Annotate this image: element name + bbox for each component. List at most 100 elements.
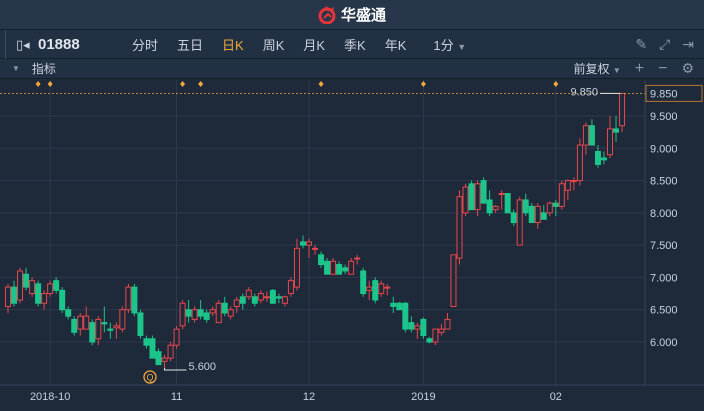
candle-down (408, 322, 415, 330)
candle-up (516, 199, 523, 246)
logo-icon (318, 5, 336, 24)
tab-daily-k[interactable]: 日K (222, 35, 244, 54)
candle-down (65, 309, 72, 317)
x-tick-label: 12 (303, 391, 315, 403)
chevron-down-icon: ▼ (457, 41, 467, 52)
candle-up (462, 186, 469, 214)
candle-up (546, 202, 553, 214)
tab-quarterly-k[interactable]: 季K (344, 35, 366, 54)
candle-up (498, 192, 505, 195)
max-price-label: 9.850 (571, 86, 599, 98)
candle-up (558, 183, 565, 207)
y-tick-label: 9.000 (650, 143, 678, 155)
title-bar: 华盛通 (0, 0, 704, 30)
candle-down (197, 309, 204, 317)
app-title: 华盛通 (340, 7, 386, 24)
candle-up (119, 309, 126, 330)
candle-down (600, 157, 607, 161)
candle-up (161, 357, 168, 362)
candle-down (528, 205, 535, 224)
candle-up (456, 196, 463, 259)
candle-up (77, 315, 84, 330)
x-tick-label: 2019 (411, 391, 435, 403)
candle-down (402, 302, 409, 330)
tab-yearly-k[interactable]: 年K (385, 35, 407, 54)
candle-up (348, 260, 355, 275)
candle-up (582, 125, 589, 146)
tab-monthly-k[interactable]: 月K (303, 35, 325, 54)
candle-down (486, 199, 493, 214)
min-marker-line (164, 367, 187, 371)
event-marker-icon (198, 81, 204, 87)
candle-up (576, 144, 583, 182)
candle-up (227, 309, 234, 317)
candle-up (173, 328, 180, 346)
candle-down (23, 273, 30, 288)
candle-up (474, 183, 481, 211)
y-tick-label: 8.500 (650, 176, 678, 188)
candle-up (41, 293, 48, 304)
stock-code: 01888 (38, 35, 80, 53)
collapse-panel-icon[interactable]: ▯◂ (16, 37, 30, 53)
indicator-label[interactable]: 指标 (32, 60, 56, 77)
candle-down (89, 322, 96, 343)
plus-icon[interactable]: + (635, 60, 644, 78)
candle-down (468, 183, 475, 211)
candle-up (281, 296, 288, 304)
candle-down (275, 296, 282, 299)
x-tick-label: 2018-10 (30, 391, 70, 403)
app-logo: 华盛通 (318, 4, 386, 25)
minus-icon[interactable]: − (658, 60, 667, 78)
candle-down (137, 312, 144, 337)
gear-icon[interactable]: ⚙ (681, 60, 694, 77)
collapse-indicator-icon[interactable]: ▼ (12, 64, 20, 73)
candle-up (366, 286, 373, 291)
pencil-icon[interactable]: ✎ (635, 36, 647, 53)
candle-up (564, 180, 571, 191)
candle-down (480, 180, 487, 204)
candle-down (594, 151, 601, 165)
candle-down (251, 296, 258, 304)
candle-up (312, 247, 319, 250)
tab-intraday[interactable]: 分时 (132, 35, 158, 54)
candle-up (306, 241, 312, 246)
candle-down (342, 267, 349, 272)
adjust-dropdown[interactable]: 前复权 ▼ (573, 60, 620, 77)
y-tick-label: 6.000 (650, 337, 678, 349)
chevron-down-icon: ▼ (612, 66, 621, 75)
candle-up (384, 286, 391, 289)
indicator-bar: ▼ 指标 前复权 ▼ + − ⚙ (0, 59, 704, 79)
candle-up (293, 247, 300, 288)
candle-up (444, 318, 451, 330)
candle-down (143, 338, 150, 346)
candle-up (83, 315, 90, 330)
candle-down (239, 296, 246, 304)
candle-down (510, 212, 517, 224)
candle-up (492, 205, 499, 211)
candle-down (318, 254, 325, 266)
tab-five-day[interactable]: 五日 (177, 35, 203, 54)
candle-down (552, 202, 559, 207)
interval-dropdown[interactable]: 1分 ▼ (433, 35, 466, 54)
candle-down (390, 302, 397, 307)
min-price-label: 5.600 (189, 361, 217, 373)
candle-down (101, 322, 108, 325)
candle-up (414, 325, 421, 330)
candle-up (191, 309, 198, 320)
chart-background (0, 80, 704, 411)
candle-up (179, 302, 186, 327)
q-marker-glyph: Q (146, 373, 153, 383)
candle-up (17, 270, 24, 301)
candle-down (504, 192, 511, 214)
fullscreen-icon[interactable]: ⤢ (659, 36, 670, 53)
tab-weekly-k[interactable]: 周K (263, 35, 285, 54)
sidebar-toggle-icon[interactable]: ⇥ (682, 36, 694, 53)
candle-down (185, 309, 192, 317)
candle-up (378, 283, 385, 295)
candle-down (324, 260, 331, 275)
event-marker-icon (47, 81, 53, 87)
candle-down (155, 351, 162, 366)
x-tick-label: 11 (171, 391, 182, 403)
candle-up (450, 254, 457, 307)
event-marker-icon (420, 81, 426, 87)
